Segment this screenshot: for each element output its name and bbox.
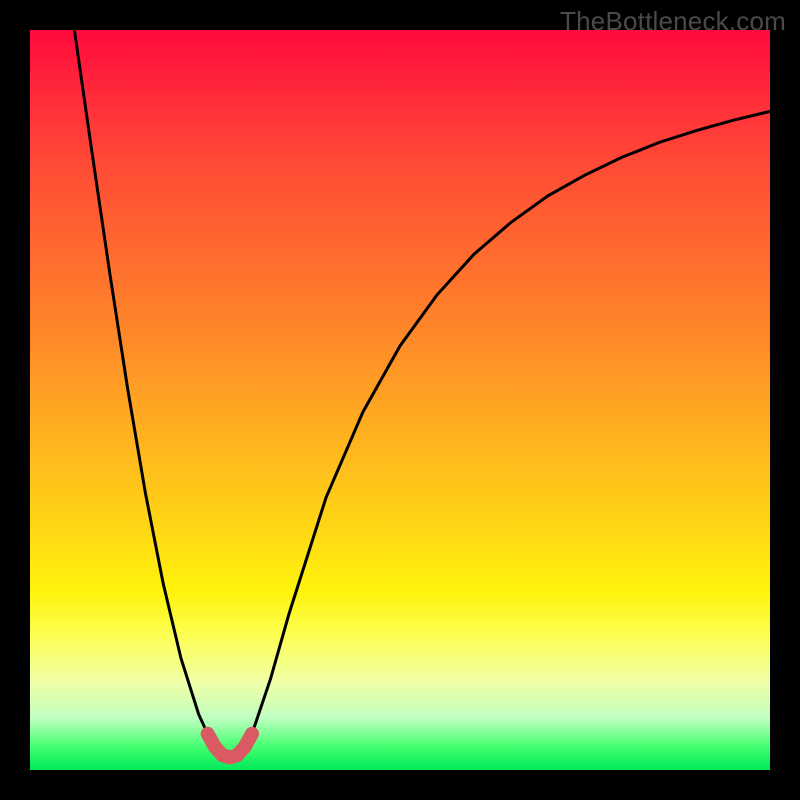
chart-frame: TheBottleneck.com [0,0,800,800]
bottleneck-curve [74,30,770,757]
watermark-text: TheBottleneck.com [560,6,786,37]
plot-area [30,30,770,770]
chart-svg [30,30,770,770]
minimum-segment [208,734,252,758]
